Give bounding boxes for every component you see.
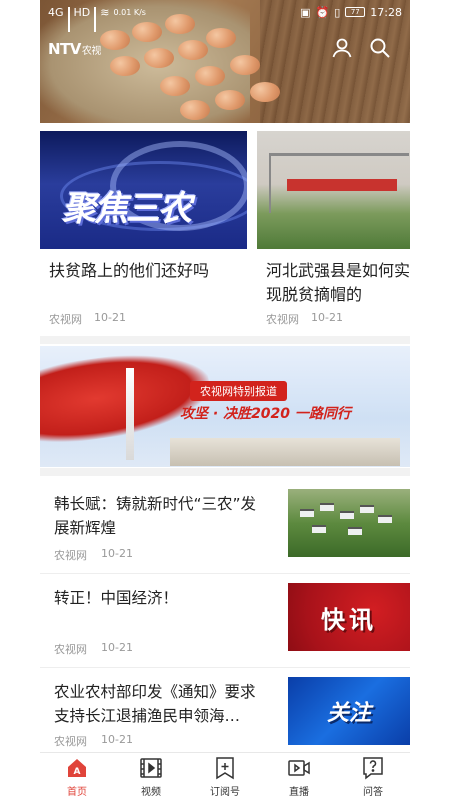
nav-label: 问答 bbox=[363, 786, 383, 798]
news-date: 10-21 bbox=[101, 641, 133, 654]
special-report-banner[interactable]: 农视网特别报道 攻坚 · 决胜2020 一路同行 bbox=[40, 346, 410, 467]
subscribe-icon bbox=[216, 756, 234, 779]
nav-label: 订阅号 bbox=[210, 786, 240, 798]
header-banner: 4G HD ≋ 0.01 K/s ▣ ⏰ ▯ 77 17:28 NTV 农视 bbox=[40, 0, 410, 123]
card-image: 聚焦三农 bbox=[40, 131, 247, 249]
card-image bbox=[257, 131, 410, 249]
news-date: 10-21 bbox=[101, 733, 133, 746]
status-bar: 4G HD ≋ 0.01 K/s ▣ ⏰ ▯ 77 17:28 bbox=[40, 0, 410, 32]
search-icon[interactable] bbox=[368, 36, 392, 60]
vibrate-icon: ▯ bbox=[334, 5, 341, 19]
video-icon bbox=[140, 757, 162, 778]
speed-label: 0.01 K/s bbox=[113, 7, 146, 17]
news-thumbnail bbox=[288, 489, 410, 557]
thumbnail-caption: 关注 bbox=[326, 701, 371, 726]
news-source: 农视网 bbox=[54, 735, 87, 748]
news-title: 韩长赋：铸就新时代“三农”发展新辉煌 bbox=[54, 495, 257, 537]
news-source: 农视网 bbox=[54, 643, 87, 656]
news-thumbnail: 关注 bbox=[288, 677, 410, 745]
bottom-nav: A 首页 视频 订阅号 直播 问答 bbox=[40, 752, 410, 800]
battery-icon: 77 bbox=[345, 7, 366, 17]
svg-text:A: A bbox=[74, 767, 81, 777]
nav-video[interactable]: 视频 bbox=[121, 756, 181, 798]
banner-tag: 农视网特别报道 bbox=[190, 381, 287, 401]
news-meta: 农视网 10-21 bbox=[54, 641, 133, 657]
carousel-card[interactable]: 河北武强县是如何实现脱贫摘帽的 农视网 10-21 bbox=[257, 131, 410, 335]
huabiao-pillar bbox=[126, 368, 134, 460]
news-title: 农业农村部印发《通知》要求支持长江退捕渔民申领海… bbox=[54, 683, 256, 725]
section-divider bbox=[40, 336, 410, 344]
nav-subscribe[interactable]: 订阅号 bbox=[195, 756, 255, 798]
wifi-icon: ≋ bbox=[100, 5, 110, 19]
signal-icon bbox=[67, 7, 70, 32]
card-meta: 农视网 10-21 bbox=[257, 311, 410, 327]
card-title: 扶贫路上的他们还好吗 bbox=[49, 261, 210, 280]
card-meta: 农视网 10-21 bbox=[40, 311, 247, 327]
carrier-label: 4G bbox=[48, 5, 64, 19]
banner-slogan: 攻坚 · 决胜2020 一路同行 bbox=[180, 406, 351, 422]
nav-label: 首页 bbox=[67, 786, 87, 798]
card-source: 农视网 bbox=[49, 313, 82, 326]
card-title: 河北武强县是如何实现脱贫摘帽的 bbox=[266, 261, 410, 304]
news-meta: 农视网 10-21 bbox=[54, 547, 133, 563]
hd-label: HD bbox=[73, 5, 91, 19]
app-logo: NTV 农视 bbox=[48, 40, 101, 58]
news-thumbnail: 快讯 bbox=[288, 583, 410, 651]
thumbnail-caption: 快讯 bbox=[321, 605, 377, 634]
news-source: 农视网 bbox=[54, 549, 87, 562]
news-item[interactable]: 转正！中国经济！ 农视网 10-21 快讯 bbox=[40, 576, 410, 668]
qa-icon bbox=[363, 756, 383, 780]
card-image-caption: 聚焦三农 bbox=[62, 189, 192, 229]
featured-carousel[interactable]: 聚焦三农 扶贫路上的他们还好吗 农视网 10-21 河北武强县是如何实现脱贫摘帽… bbox=[40, 131, 410, 335]
app-screen: 4G HD ≋ 0.01 K/s ▣ ⏰ ▯ 77 17:28 NTV 农视 聚… bbox=[40, 0, 410, 800]
card-date: 10-21 bbox=[311, 311, 343, 324]
news-meta: 农视网 10-21 bbox=[54, 733, 133, 749]
section-divider bbox=[40, 468, 410, 476]
nav-live[interactable]: 直播 bbox=[269, 756, 329, 798]
news-title: 转正！中国经济！ bbox=[54, 589, 179, 607]
card-source: 农视网 bbox=[266, 313, 299, 326]
nav-home[interactable]: A 首页 bbox=[47, 756, 107, 798]
clock: 17:28 bbox=[370, 5, 402, 19]
signal-icon-2 bbox=[94, 7, 97, 32]
home-icon: A bbox=[68, 758, 86, 777]
news-item[interactable]: 韩长赋：铸就新时代“三农”发展新辉煌 农视网 10-21 bbox=[40, 482, 410, 574]
card-date: 10-21 bbox=[94, 311, 126, 324]
logo-subtext: 农视 bbox=[81, 46, 102, 57]
live-icon bbox=[288, 759, 310, 776]
logo-text: NTV bbox=[48, 40, 81, 58]
nav-label: 视频 bbox=[141, 786, 161, 798]
nav-label: 直播 bbox=[289, 786, 309, 798]
carousel-card[interactable]: 聚焦三农 扶贫路上的他们还好吗 农视网 10-21 bbox=[40, 131, 247, 335]
news-date: 10-21 bbox=[101, 547, 133, 560]
profile-icon[interactable] bbox=[330, 36, 354, 60]
news-item[interactable]: 农业农村部印发《通知》要求支持长江退捕渔民申领海… 农视网 10-21 关注 bbox=[40, 670, 410, 752]
nfc-icon: ▣ bbox=[300, 5, 311, 19]
alarm-icon: ⏰ bbox=[315, 5, 330, 19]
nav-qa[interactable]: 问答 bbox=[343, 756, 403, 798]
